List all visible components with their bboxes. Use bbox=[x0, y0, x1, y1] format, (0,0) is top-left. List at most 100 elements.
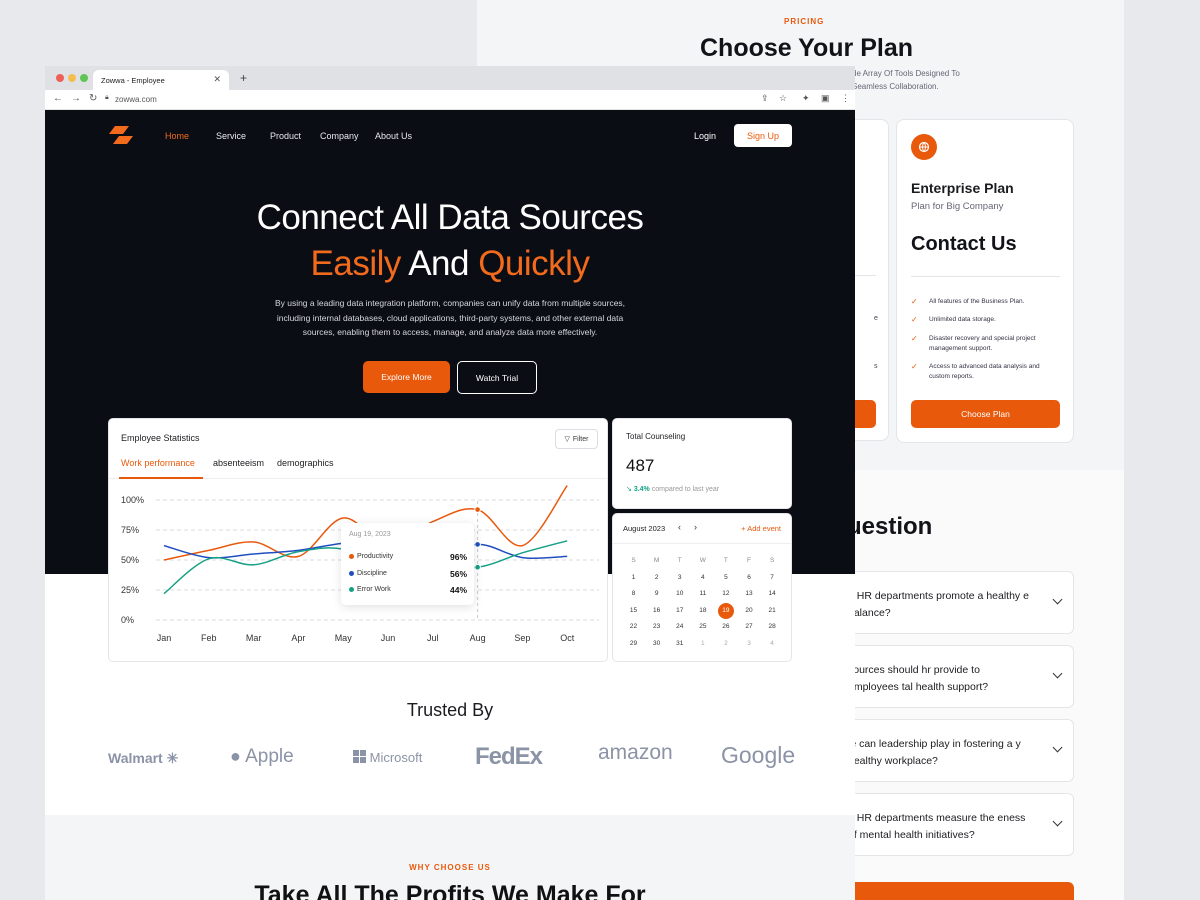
week-row: 15 16 17 18 19 20 21 bbox=[622, 602, 784, 620]
filter-button[interactable]: ▽ Filter bbox=[555, 429, 598, 449]
calendar-day[interactable]: 1 bbox=[691, 636, 714, 653]
calendar-day[interactable]: 23 bbox=[645, 619, 668, 636]
counseling-value: 487 bbox=[626, 456, 655, 475]
signup-button[interactable]: Sign Up bbox=[734, 124, 792, 147]
close-window-button[interactable] bbox=[56, 74, 64, 82]
calendar-day[interactable]: 26 bbox=[714, 619, 737, 636]
enterprise-plan-card: Enterprise Plan Plan for Big Company Con… bbox=[896, 119, 1074, 443]
chevron-left-icon[interactable]: ‹ bbox=[678, 522, 681, 532]
hover-point bbox=[474, 541, 481, 548]
calendar-day[interactable]: 11 bbox=[691, 586, 714, 603]
calendar-day[interactable]: 4 bbox=[761, 636, 784, 653]
nav-home[interactable]: Home bbox=[165, 131, 189, 141]
calendar-day[interactable]: 8 bbox=[622, 586, 645, 603]
nav-company[interactable]: Company bbox=[320, 131, 359, 141]
minimize-window-button[interactable] bbox=[68, 74, 76, 82]
calendar-day[interactable]: 24 bbox=[668, 619, 691, 636]
card-title: Employee Statistics bbox=[121, 433, 200, 443]
hero-title-and: And bbox=[400, 244, 479, 283]
apple-logo: ● Apple bbox=[230, 746, 294, 768]
calendar-day[interactable]: 17 bbox=[668, 603, 691, 620]
x-tick-label: Feb bbox=[201, 633, 217, 643]
calendar-day[interactable]: 20 bbox=[737, 603, 760, 620]
x-tick-label: Sep bbox=[514, 633, 530, 643]
new-tab-icon[interactable]: + bbox=[240, 71, 247, 85]
extensions-icon[interactable]: ✦ bbox=[802, 93, 810, 104]
choose-plan-button[interactable]: Choose Plan bbox=[911, 400, 1060, 428]
sidebar-icon[interactable]: ▣ bbox=[821, 93, 830, 104]
hero-description: By using a leading data integration plat… bbox=[274, 298, 626, 337]
calendar-day[interactable]: 18 bbox=[691, 603, 714, 620]
add-event-button[interactable]: + Add event bbox=[741, 524, 781, 533]
forward-icon[interactable]: → bbox=[71, 93, 81, 104]
y-tick-label: 75% bbox=[121, 525, 139, 535]
calendar-day[interactable]: 29 bbox=[622, 636, 645, 653]
close-icon[interactable]: ✕ bbox=[213, 74, 221, 85]
share-icon[interactable]: ⇪ bbox=[761, 93, 769, 104]
calendar-day[interactable]: 21 bbox=[761, 603, 784, 620]
divider bbox=[911, 276, 1060, 277]
nav-product[interactable]: Product bbox=[270, 131, 301, 141]
calendar-day[interactable]: 3 bbox=[668, 570, 691, 587]
filter-label: Filter bbox=[572, 435, 589, 443]
calendar-day[interactable]: 28 bbox=[761, 619, 784, 636]
feature-item: ✓ Unlimited data storage. bbox=[911, 315, 1061, 325]
nav-service[interactable]: Service bbox=[216, 131, 246, 141]
nav-about-us[interactable]: About Us bbox=[375, 131, 412, 141]
calendar-day[interactable]: 7 bbox=[761, 570, 784, 587]
chevron-down-icon bbox=[1052, 816, 1063, 827]
calendar-day[interactable]: 3 bbox=[737, 636, 760, 653]
login-link[interactable]: Login bbox=[694, 131, 716, 141]
logo-icon[interactable] bbox=[109, 126, 133, 144]
calendar-day[interactable]: 5 bbox=[714, 570, 737, 587]
tab-work-performance[interactable]: Work performance bbox=[121, 458, 195, 468]
address-bar: ← → ↻ 🔒︎ zowwa.com ⇪ ☆ ✦ ▣ ⋮ bbox=[45, 90, 855, 110]
tooltip-date: Aug 19, 2023 bbox=[349, 531, 391, 538]
calendar-day[interactable]: 15 bbox=[622, 603, 645, 620]
weekday-label: S bbox=[631, 557, 636, 564]
calendar-day[interactable]: 27 bbox=[737, 619, 760, 636]
calendar-day[interactable]: 14 bbox=[761, 586, 784, 603]
calendar-day[interactable]: 2 bbox=[645, 570, 668, 587]
star-icon[interactable]: ☆ bbox=[779, 93, 787, 104]
url-input[interactable]: zowwa.com bbox=[115, 95, 157, 104]
calendar-day[interactable]: 9 bbox=[645, 586, 668, 603]
browser-tab[interactable]: Zowwa - Employee ✕ bbox=[93, 70, 229, 90]
calendar-day[interactable]: 19 bbox=[714, 602, 737, 620]
calendar-day[interactable]: 25 bbox=[691, 619, 714, 636]
feature-fragment: s bbox=[874, 363, 878, 370]
tab-demographics[interactable]: demographics bbox=[277, 458, 334, 468]
calendar-day[interactable]: 12 bbox=[714, 586, 737, 603]
x-tick-label: Jan bbox=[157, 633, 172, 643]
back-icon[interactable]: ← bbox=[53, 93, 63, 104]
chevron-down-icon bbox=[1052, 594, 1063, 605]
hover-point bbox=[474, 506, 481, 513]
why-choose-us-section: WHY CHOOSE US Take All The Profits We Ma… bbox=[45, 815, 855, 900]
calendar-day[interactable]: 1 bbox=[622, 570, 645, 587]
watch-trial-button[interactable]: Watch Trial bbox=[457, 361, 537, 394]
why-eyebrow: WHY CHOOSE US bbox=[409, 863, 491, 872]
x-tick-label: Mar bbox=[246, 633, 262, 643]
calendar-day[interactable]: 31 bbox=[668, 636, 691, 653]
calendar-day[interactable]: 30 bbox=[645, 636, 668, 653]
filter-icon: ▽ bbox=[564, 436, 570, 443]
tab-absenteeism[interactable]: absenteeism bbox=[213, 458, 264, 468]
microsoft-logo: Microsoft bbox=[353, 750, 422, 765]
calendar-day[interactable]: 6 bbox=[737, 570, 760, 587]
maximize-window-button[interactable] bbox=[80, 74, 88, 82]
calendar-day[interactable]: 10 bbox=[668, 586, 691, 603]
explore-more-button[interactable]: Explore More bbox=[363, 361, 450, 393]
pricing-subtitle: de Array Of Tools Designed To Seamless C… bbox=[852, 69, 960, 91]
reload-icon[interactable]: ↻ bbox=[89, 93, 97, 104]
calendar-day[interactable]: 13 bbox=[737, 586, 760, 603]
calendar-day[interactable]: 4 bbox=[691, 570, 714, 587]
calendar-day[interactable]: 22 bbox=[622, 619, 645, 636]
calendar-day[interactable]: 2 bbox=[714, 636, 737, 653]
hover-point bbox=[474, 563, 481, 571]
menu-icon[interactable]: ⋮ bbox=[841, 93, 850, 104]
x-tick-label: Apr bbox=[291, 633, 305, 643]
calendar-grid: S M T W T F S 1 2 3 4 5 6 7 8 9 10 11 12 13 14 15 16 17 18 19 20 21… bbox=[622, 553, 784, 653]
calendar-day[interactable]: 16 bbox=[645, 603, 668, 620]
check-icon: ✓ bbox=[911, 297, 918, 306]
chevron-right-icon[interactable]: › bbox=[694, 522, 697, 532]
